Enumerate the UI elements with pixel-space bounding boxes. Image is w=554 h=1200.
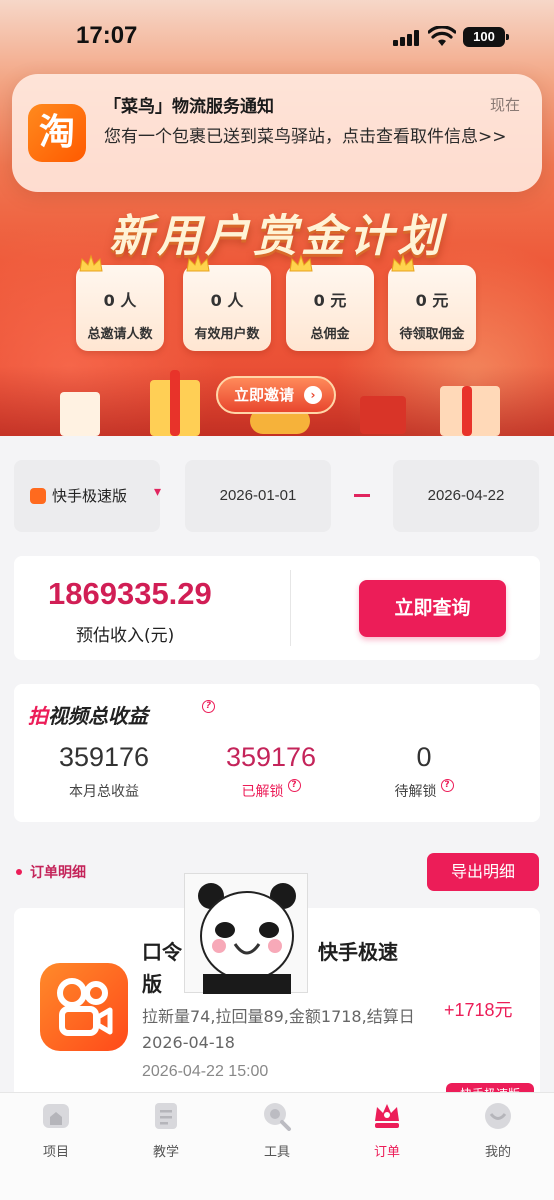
unlocked-label: 已解锁 [241, 784, 284, 800]
wifi-icon [428, 26, 456, 46]
stat-label: 总佣金 [310, 327, 350, 342]
order-description: 拉新量74,拉回量89,金额1718,结算日2026-04-18 [142, 1007, 415, 1052]
stat-value: 0 人 [103, 291, 137, 310]
arrow-right-icon: › [304, 386, 322, 404]
profile-icon [485, 1103, 511, 1129]
pending-earnings: 0 待解锁? [344, 742, 504, 801]
unlocked-earnings: 359176 已解锁? [191, 742, 351, 801]
hero-banner: 17:07 100 淘 「菜鸟」物流服务通知 现在 您有一个包裹已送到菜鸟驿站，… [0, 0, 554, 436]
home-icon [43, 1104, 69, 1128]
order-title: 口令 [142, 940, 182, 964]
stat-value: 0 元 [415, 291, 449, 310]
start-date-picker[interactable]: 2026-01-01 [185, 460, 331, 532]
tab-label: 我的 [484, 1145, 511, 1160]
this-month-label: 本月总收益 [69, 784, 139, 800]
crown-icon [375, 1104, 399, 1128]
app-select-dropdown[interactable]: 快手极速版 ▾ [14, 460, 162, 532]
end-date-picker[interactable]: 2026-04-22 [393, 460, 539, 532]
app-select-value: 快手极速版 [52, 487, 128, 505]
pending-label: 待解锁 [394, 784, 437, 800]
tab-profile[interactable]: 我的 [458, 1101, 538, 1160]
kuaishou-app-icon [40, 963, 128, 1051]
tab-teaching[interactable]: 教学 [126, 1101, 206, 1160]
taobao-app-icon: 淘 [28, 104, 86, 162]
section-dot [16, 869, 22, 875]
invite-button-label: 立即邀请 [234, 386, 295, 404]
crown-icon [186, 254, 210, 272]
unlocked-value: 359176 [225, 742, 317, 772]
this-month-value: 359176 [58, 742, 150, 772]
battery-icon: 100 [463, 27, 509, 47]
tab-orders[interactable]: 订单 [347, 1101, 427, 1160]
cellular-signal-icon [393, 30, 423, 46]
invite-button[interactable]: 立即邀请 › [216, 376, 336, 414]
stat-label: 有效用户数 [194, 327, 260, 342]
earnings-title: 拍视频总收益 ? [28, 700, 215, 729]
query-button[interactable]: 立即查询 [359, 580, 506, 637]
gift-box-decoration [462, 386, 472, 436]
help-icon[interactable]: ? [287, 779, 301, 792]
status-bar: 17:07 100 [0, 0, 554, 70]
order-amount: +1718元 [444, 1000, 513, 1020]
stat-label: 总邀请人数 [87, 327, 153, 342]
order-time: 2026-04-22 15:00 [142, 1063, 269, 1080]
notification-body: 您有一个包裹已送到菜鸟驿站，点击查看取件信息>> [104, 127, 507, 147]
estimated-income-value: 1869335.29 [48, 576, 212, 611]
search-icon [264, 1103, 291, 1131]
stat-value: 0 元 [313, 291, 347, 310]
panda-sticker-image [184, 873, 308, 994]
tab-label: 工具 [263, 1145, 290, 1160]
income-card: 1869335.29 预估收入(元) 立即查询 [14, 556, 540, 660]
tab-label: 项目 [42, 1145, 69, 1160]
notification-title: 「菜鸟」物流服务通知 [104, 97, 274, 117]
export-detail-button[interactable]: 导出明细 [427, 853, 539, 891]
earnings-title-rest: 视频总收益 [48, 704, 148, 728]
stat-card-pending-commission: 0 元 待领取佣金 [388, 254, 476, 351]
tab-tools[interactable]: 工具 [237, 1101, 317, 1160]
chevron-down-icon: ▾ [154, 484, 162, 500]
tab-label: 教学 [152, 1145, 179, 1160]
help-icon[interactable]: ? [440, 779, 454, 792]
bottom-tab-bar: 项目 教学 工具 订单 我的 [0, 1092, 554, 1200]
stat-value: 0 人 [210, 291, 244, 310]
crown-icon [79, 254, 103, 272]
order-detail-header: 订单明细 [30, 865, 86, 881]
video-earnings-card: 拍视频总收益 ? 359176 本月总收益 359176 已解锁? 0 待解锁? [14, 684, 540, 822]
date-range-separator [354, 494, 370, 497]
stat-card-invites: 0 人 总邀请人数 [76, 254, 164, 351]
stat-label: 待领取佣金 [399, 327, 465, 342]
tab-projects[interactable]: 项目 [16, 1101, 96, 1160]
order-title: 版 [142, 972, 162, 996]
tab-label: 订单 [373, 1145, 400, 1160]
unlocked-label-row: 已解锁? [191, 779, 351, 801]
divider [290, 570, 291, 646]
envelope-decoration [360, 396, 406, 434]
this-month-earnings: 359176 本月总收益 [24, 742, 184, 801]
pending-label-row: 待解锁? [344, 779, 504, 801]
gift-box-decoration [170, 370, 180, 436]
gift-box-decoration [60, 392, 100, 436]
stat-card-total-commission: 0 元 总佣金 [286, 254, 374, 351]
notification-time: 现在 [489, 96, 520, 114]
kuaishou-mini-icon [30, 488, 46, 504]
crown-icon [289, 254, 313, 272]
help-icon[interactable]: ? [202, 700, 215, 713]
status-time: 17:07 [76, 22, 138, 49]
estimated-income-label: 预估收入(元) [76, 626, 175, 646]
push-notification[interactable]: 淘 「菜鸟」物流服务通知 现在 您有一个包裹已送到菜鸟驿站，点击查看取件信息>> [12, 74, 542, 192]
pending-value: 0 [416, 742, 432, 772]
document-icon [155, 1103, 177, 1129]
order-title: 快手极速 [318, 940, 398, 964]
video-camera-icon [57, 978, 113, 1036]
earnings-title-prefix: 拍 [28, 704, 48, 728]
crown-icon [391, 254, 415, 272]
stat-card-valid-users: 0 人 有效用户数 [183, 254, 271, 351]
